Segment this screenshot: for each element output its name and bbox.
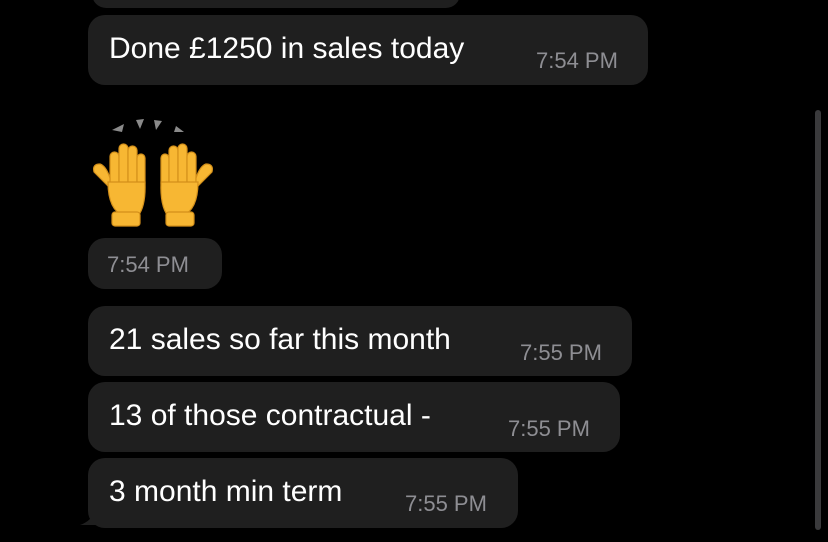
bubble-tail-icon <box>80 507 98 525</box>
raising-hands-emoji[interactable] <box>88 112 218 230</box>
chat-thread: Done £1250 in sales today 7:54 PM 7:54 P… <box>0 0 828 542</box>
scrollbar[interactable] <box>815 110 821 530</box>
message-timestamp: 7:55 PM <box>508 416 590 441</box>
message-timestamp: 7:54 PM <box>536 48 618 73</box>
message-text: 13 of those contractual - <box>109 399 431 432</box>
message-bubble[interactable]: Done £1250 in sales today 7:54 PM <box>88 15 648 85</box>
emoji-timestamp-bubble: 7:54 PM <box>88 238 222 289</box>
message-timestamp: 7:55 PM <box>405 491 487 516</box>
message-bubble[interactable]: 21 sales so far this month 7:55 PM <box>88 306 632 376</box>
previous-message-bubble[interactable] <box>92 0 460 8</box>
message-text: 21 sales so far this month <box>109 323 451 356</box>
raising-hands-icon <box>93 119 213 227</box>
message-text: 3 month min term <box>109 475 343 508</box>
message-bubble[interactable]: 3 month min term 7:55 PM <box>88 458 518 528</box>
message-text: Done £1250 in sales today <box>109 32 465 65</box>
message-bubble[interactable]: 13 of those contractual - 7:55 PM <box>88 382 620 452</box>
message-timestamp: 7:55 PM <box>520 340 602 365</box>
message-timestamp: 7:54 PM <box>107 252 189 277</box>
